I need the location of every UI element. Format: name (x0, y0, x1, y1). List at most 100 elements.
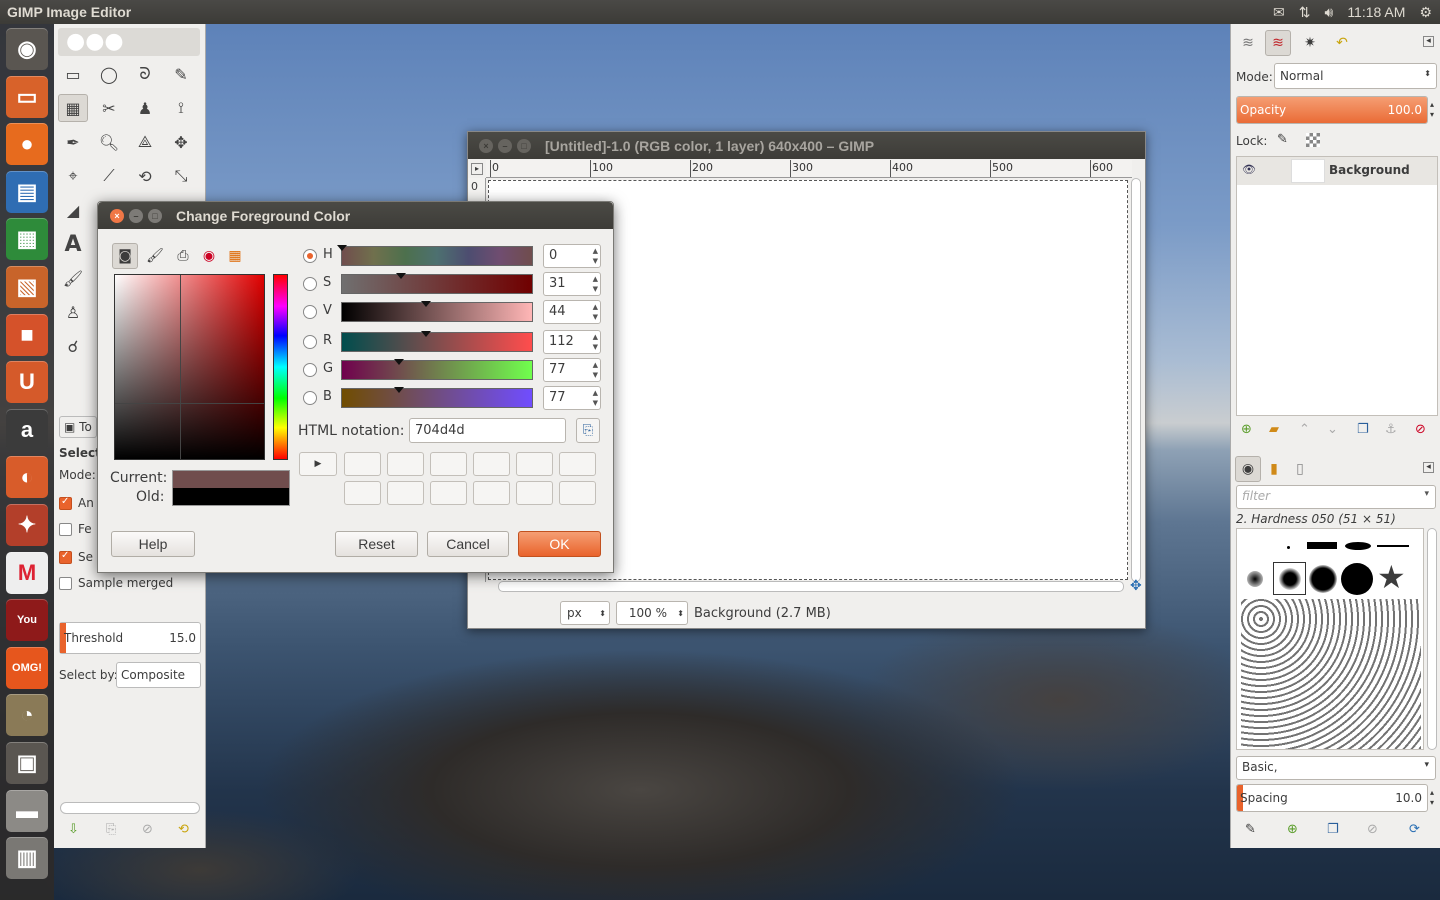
color-history-swatch[interactable] (387, 452, 424, 476)
channel-radio-v[interactable] (303, 305, 317, 319)
layer-mode-combo[interactable]: Normal ⬍ (1274, 63, 1437, 89)
refresh-brushes-icon[interactable]: ⟳ (1409, 822, 1420, 837)
smudge-icon[interactable]: ☌ (58, 332, 88, 360)
launcher-workspaces-icon[interactable]: ▣ (6, 742, 48, 784)
network-icon[interactable]: ⇅ (1299, 4, 1311, 21)
image-window-titlebar[interactable]: × – □ [Untitled]-1.0 (RGB color, 1 layer… (468, 132, 1145, 159)
spacing-spin-arrows[interactable]: ▴ ▾ (1430, 788, 1434, 808)
color-history-swatch[interactable] (559, 481, 596, 505)
close-icon[interactable]: × (110, 208, 124, 223)
zoom-selector[interactable]: 100 % ⬍ (616, 601, 688, 625)
quick-mask-corner[interactable]: ▸ (471, 163, 483, 175)
launcher-gimp-icon[interactable]: ◔ (6, 694, 48, 737)
channel-slider-b[interactable] (341, 387, 533, 408)
paintbrush-icon[interactable]: 🖌︎ (58, 264, 88, 292)
brush-dock-menu-icon[interactable]: ◂ (1423, 462, 1434, 473)
launcher-files-icon[interactable]: ▭ (6, 75, 48, 118)
move-icon[interactable]: ✥ (166, 128, 196, 156)
channel-spin-s[interactable]: 31 ▲ ▼ (543, 272, 601, 296)
reset-options-icon[interactable]: ⟲ (178, 822, 189, 837)
save-options-icon[interactable]: ⇩ (68, 822, 79, 837)
brush-hardness-025[interactable] (1247, 571, 1263, 587)
gradients-tab-icon[interactable]: ▯ (1287, 456, 1313, 482)
cancel-button[interactable]: Cancel (427, 531, 509, 557)
free-select-icon[interactable]: ᘐ (130, 60, 160, 88)
history-expand-button[interactable]: ▶ (299, 452, 337, 476)
foreground-select-icon[interactable]: ♟ (130, 94, 160, 122)
brush-star[interactable]: ★ (1377, 559, 1406, 595)
color-history-swatch[interactable] (344, 452, 381, 476)
slider-thumb[interactable] (395, 273, 406, 279)
delete-layer-icon[interactable]: ⊘ (1415, 422, 1426, 437)
reset-button[interactable]: Reset (335, 531, 418, 557)
color-history-swatch[interactable] (344, 481, 381, 505)
channel-spin-h[interactable]: 0 ▲ ▼ (543, 244, 601, 268)
antialias-checkbox[interactable]: An (59, 496, 94, 510)
brush-grid[interactable]: ★ (1236, 528, 1424, 750)
rotate-icon[interactable]: ⟲ (130, 162, 160, 190)
channels-tab-icon[interactable]: ≋ (1265, 30, 1291, 56)
dialog-titlebar[interactable]: × – □ Change Foreground Color (98, 202, 613, 229)
toolbox-scrollbar[interactable] (60, 802, 200, 814)
brush-ellipse[interactable] (1345, 542, 1371, 550)
delete-options-icon[interactable]: ⊘ (142, 822, 153, 837)
spacing-slider[interactable]: Spacing 10.0 (1236, 784, 1428, 812)
layer-row[interactable]: 👁︎ Background (1237, 157, 1437, 185)
color-history-swatch[interactable] (516, 481, 553, 505)
hue-strip[interactable] (273, 274, 288, 460)
saturation-value-square[interactable] (114, 274, 265, 460)
brush-thin-line[interactable] (1377, 545, 1409, 547)
launcher-impress-icon[interactable]: ▧ (6, 266, 48, 308)
launcher-ubuntu-home-icon[interactable]: ◉ (6, 28, 48, 70)
channel-radio-g[interactable] (303, 363, 317, 377)
color-history-swatch[interactable] (473, 481, 510, 505)
brushes-tab-icon[interactable]: ◉ (1235, 456, 1261, 482)
threshold-slider[interactable]: Threshold 15.0 (59, 622, 201, 654)
channel-slider-g[interactable] (341, 359, 533, 380)
brush-pixel[interactable] (1287, 546, 1290, 549)
eye-icon[interactable]: 👁︎ (1242, 163, 1256, 176)
select-transparent-checkbox[interactable]: Se (59, 550, 93, 564)
brush-hardness-100[interactable] (1341, 563, 1373, 595)
vertical-scrollbar[interactable] (1131, 178, 1141, 582)
brush-line[interactable] (1307, 542, 1337, 549)
brush-selected[interactable] (1273, 562, 1306, 595)
gear-icon[interactable]: ⚙ (1419, 4, 1432, 21)
minimize-icon[interactable]: – (498, 138, 512, 153)
launcher-omg-ubuntu-icon[interactable]: OMG! (6, 646, 48, 689)
color-history-swatch[interactable] (559, 452, 596, 476)
horizontal-ruler[interactable]: 0 100 200 300 400 500 600 (486, 160, 1132, 178)
fuzzy-select-icon[interactable]: ✎ (166, 60, 196, 88)
palette-selector-tab[interactable]: ▦ (222, 243, 248, 269)
by-color-select-icon[interactable]: ▦ (58, 94, 88, 122)
channel-slider-r[interactable] (341, 331, 533, 352)
new-brush-icon[interactable]: ⊕ (1287, 822, 1298, 837)
horizontal-scrollbar[interactable] (498, 581, 1124, 592)
launcher-trash-icon[interactable]: ▥ (6, 837, 48, 880)
color-history-swatch[interactable] (473, 452, 510, 476)
scale-icon[interactable]: ⤡ (166, 162, 196, 190)
channel-radio-s[interactable] (303, 277, 317, 291)
lock-pixels-icon[interactable]: ✎ (1277, 132, 1288, 147)
lock-alpha-icon[interactable] (1306, 133, 1320, 147)
slider-thumb[interactable] (337, 245, 347, 251)
launcher-firefox-icon[interactable]: ● (6, 123, 48, 166)
anchor-layer-icon[interactable]: ⚓︎ (1385, 422, 1397, 437)
slider-thumb[interactable] (420, 331, 431, 337)
slider-thumb[interactable] (420, 301, 431, 307)
channel-slider-h[interactable] (337, 245, 533, 266)
maximize-icon[interactable]: □ (517, 138, 531, 153)
ok-button[interactable]: OK (518, 531, 601, 557)
channel-slider-v[interactable] (341, 301, 533, 322)
channel-spin-b[interactable]: 77 ▲ ▼ (543, 386, 601, 410)
opacity-spin-arrows[interactable]: ▴ ▾ (1430, 100, 1434, 120)
new-group-icon[interactable]: ▰ (1269, 422, 1279, 437)
eyedropper-icon[interactable]: ⎘ (576, 418, 600, 443)
channel-slider-s[interactable] (341, 273, 533, 294)
volume-icon[interactable]: 🔊︎ (1324, 4, 1333, 21)
color-history-swatch[interactable] (387, 481, 424, 505)
shear-icon[interactable]: ◢ (58, 196, 88, 224)
patterns-tab-icon[interactable]: ▮ (1261, 456, 1287, 482)
ellipse-select-icon[interactable]: ◯ (94, 60, 124, 88)
launcher-drive-icon[interactable]: ▬ (6, 789, 48, 832)
